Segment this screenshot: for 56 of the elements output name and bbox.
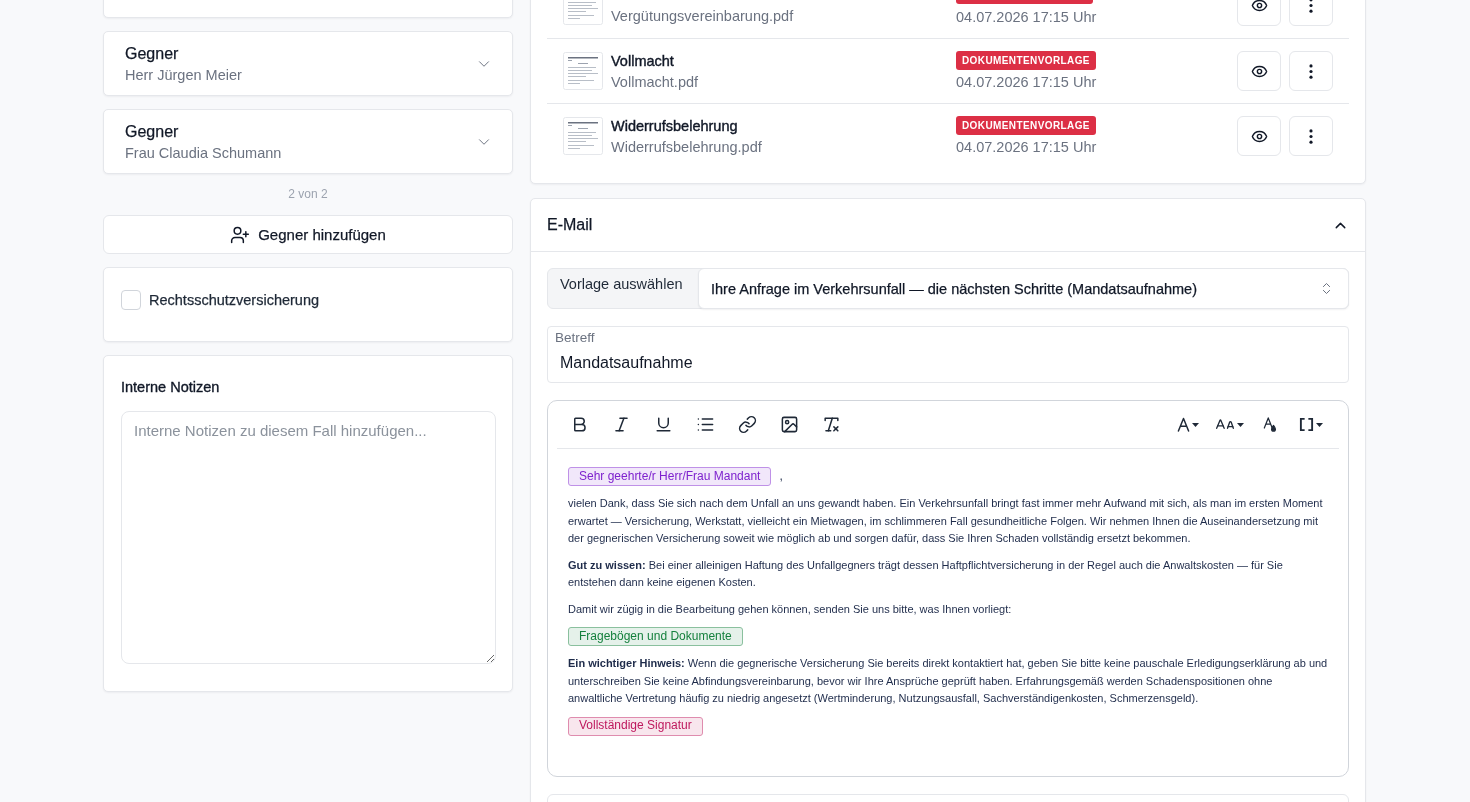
opponent-card[interactable]: Gegner Herr Jürgen Meier [103, 31, 513, 96]
email-editor[interactable] [547, 400, 1349, 777]
preview-button[interactable] [1237, 51, 1281, 91]
link-icon [737, 415, 757, 434]
document-date: 04.07.2026 17:15 Uhr [956, 74, 1097, 90]
eye-icon [1250, 0, 1268, 14]
checkbox[interactable] [121, 290, 141, 310]
add-opponent-button[interactable]: Gegner hinzufügen [103, 215, 513, 254]
document-title: Vollmacht [611, 52, 675, 69]
body-paragraph: Damit wir zügig in die Bearbeitung gehen können, senden Sie uns bitte, was Ihnen vorliegt: [568, 601, 1013, 617]
document-filename: Vollmacht.pdf [611, 73, 700, 90]
template-select-label: Vorlage auswählen [559, 275, 684, 294]
checkbox-label: Rechtsschutzversicherung [149, 291, 320, 310]
opponent-card[interactable]: Gegner Frau Claudia Schumann [103, 109, 513, 174]
bullet-list-icon [695, 415, 715, 434]
placeholder-chip[interactable]: Vollständige Signatur [568, 716, 703, 736]
opponent-label: Gegner [125, 122, 180, 142]
notes-title: Interne Notizen [121, 378, 221, 397]
punctuation-text: , [779, 467, 783, 485]
subject-input[interactable]: Mandatsaufnahme [560, 352, 860, 374]
caret-icon [1316, 422, 1323, 427]
document-date: 04.07.2026 17:15 Uhr [956, 8, 1097, 25]
template-select[interactable]: Ihre Anfrage im Verkehrsunfall — die nächsten Schritte (Mandatsaufnahme) [698, 268, 1349, 309]
notes-field[interactable]: Interne Notizen zu diesem Fall hinzufügen... [121, 411, 496, 664]
body-paragraph: Ein wichtiger Hinweis: Wenn die gegnerische Versicherung Sie bereits direkt kontaktiert hat, geben Sie bitte keine pauschale Erledigungserklärung ab und unterschreiben Sie keine Abfindungsvereinbarung, bevor wir Ihre Ansprüche geprüft haben. Erfahrungsgemäß werden Schadenspositionen ohne anwaltliche Vertretung häufig zu niedrig angesetzt (Wertminderung, Nutzungsausfall, Sachverständigenkosten, Schmerzensgeld). [568, 656, 1328, 706]
opponent-label: Gegner [125, 44, 180, 64]
pagination-text: 2 von 2 [288, 187, 328, 202]
document-title: Widerrufsbelehrung [611, 117, 739, 134]
document-date: 04.07.2026 17:15 Uhr [956, 139, 1097, 155]
template-tag: DOKUMENTENVORLAGE [956, 115, 1096, 135]
document-filename: Vergütungsvereinbarung.pdf [611, 8, 795, 24]
body-paragraph: Gut zu wissen: Bei einer alleinigen Haftung des Unfallgegners trägt dessen Haftpflichtversicherung in der Regel auch die Anwaltskosten — für Sie entstehen dann keine eigenen Kosten. [568, 557, 1284, 590]
placeholder-chip[interactable]: Sehr geehrte/r Herr/Frau Mandant [568, 467, 772, 486]
user-plus-icon [230, 224, 251, 245]
placeholder-chip[interactable]: Fragebögen und Dokumente [568, 627, 743, 646]
preview-button[interactable] [1237, 116, 1281, 156]
document-filename: Widerrufsbelehrung.pdf [611, 138, 763, 155]
more-vertical-icon [1309, 63, 1313, 79]
more-vertical-icon [1309, 128, 1313, 144]
more-vertical-icon [1309, 0, 1313, 13]
subject-label: Betreff [555, 329, 595, 346]
fill-color-icon [1263, 416, 1277, 433]
font-color-icon [1177, 417, 1190, 432]
subject-field[interactable]: Betreff Mandatsaufnahme [547, 326, 1349, 383]
opponent-name: Frau Claudia Schumann [125, 144, 282, 163]
clear-format-icon [821, 415, 841, 434]
caret-icon [1192, 422, 1199, 427]
caret-icon [1236, 422, 1244, 427]
image-icon [779, 415, 799, 434]
template-tag: DOKUMENTENVORLAGE [956, 50, 1096, 70]
brackets-icon [1299, 417, 1314, 432]
opponent-name: Herr Jürgen Meier [125, 66, 242, 85]
document-thumbnail [563, 52, 603, 90]
email-section-title: E-Mail [547, 216, 593, 234]
body-paragraph: vielen Dank, dass Sie sich nach dem Unfall an uns gewandt haben. Ein Verkehrsunfall bringt fast immer mehr Aufwand mit sich, als man im ersten Moment erwartet — Versicherung, Werkstatt, vielleicht ein Mietwagen, im schlimmeren Fall gesundheitliche Folgen. Wir nehmen Ihnen die Auseinandersetzung mit der gegnerischen Versicherung soweit wie möglich ab und sorgen dafür, dass Sie Ihren Schaden vollständig ersetzt bekommen. [568, 496, 1324, 546]
document-thumbnail [563, 117, 603, 155]
